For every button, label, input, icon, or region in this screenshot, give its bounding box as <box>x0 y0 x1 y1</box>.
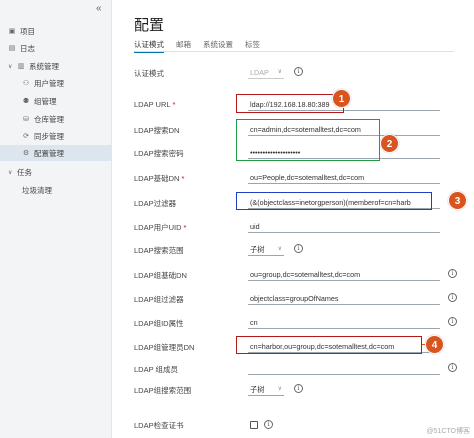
tabs-divider <box>134 51 454 52</box>
annotation-badge-3: 3 <box>448 191 467 210</box>
info-icon[interactable]: i <box>294 244 303 253</box>
ldap-group-member-row: LDAP 组成员 i <box>134 362 464 376</box>
auth-mode-label: 认证模式 <box>134 69 164 78</box>
info-icon[interactable]: i <box>448 269 457 278</box>
main-content: 配置 认证模式 邮箱 系统设置 标签 认证模式 LDAP ∨ i LDAP UR… <box>112 0 474 438</box>
annotation-badge-1: 1 <box>332 89 351 108</box>
ldap-group-member-input[interactable] <box>248 363 440 375</box>
watermark: @51CTO博客 <box>426 428 470 435</box>
ldap-url-label: LDAP URL * <box>134 100 176 109</box>
info-icon[interactable]: i <box>448 293 457 302</box>
ldap-group-base-dn-label: LDAP组基础DN <box>134 271 187 280</box>
sidebar-item-repositories[interactable]: ⛁ 仓库管理 <box>0 111 112 127</box>
sidebar-item-logs[interactable]: ▤ 日志 <box>0 40 112 56</box>
ldap-group-gid-row: LDAP组ID属性 cn i <box>134 316 464 330</box>
sync-icon: ⟳ <box>23 133 29 140</box>
chevron-down-icon: ∨ <box>277 386 282 392</box>
ldap-uid-input[interactable]: uid <box>248 221 440 233</box>
system-admin-icon: ▥ <box>17 63 25 70</box>
sidebar-item-projects[interactable]: ▣ 项目 <box>0 23 112 39</box>
ldap-group-scope-row: LDAP组搜索范围 子树 ∨ i <box>134 383 464 397</box>
annotation-box-2 <box>236 119 380 161</box>
ldap-uid-row: LDAP用户UID * uid <box>134 220 464 234</box>
ldap-base-dn-input[interactable]: ou=People,dc=sotemalltest,dc=com <box>248 172 440 184</box>
auth-mode-value: LDAP <box>250 68 269 77</box>
sidebar-item-label: 同步管理 <box>34 131 64 141</box>
log-icon: ▤ <box>8 45 16 52</box>
group-icon: ⚉ <box>22 98 30 105</box>
sidebar-item-system-admin[interactable]: ∨ ▥ 系统管理 <box>0 58 112 74</box>
repository-icon: ⛁ <box>23 116 29 123</box>
collapse-sidebar-icon[interactable]: « <box>96 3 102 14</box>
ldap-search-scope-select[interactable]: 子树 ∨ <box>248 244 284 256</box>
info-icon[interactable]: i <box>264 420 273 429</box>
ldap-group-admin-dn-label: LDAP组管理员DN <box>134 343 195 352</box>
annotation-box-4 <box>236 336 422 354</box>
auth-mode-row: 认证模式 LDAP ∨ i <box>134 66 464 80</box>
project-icon: ▣ <box>8 28 16 35</box>
ldap-search-password-label: LDAP搜索密码 <box>134 149 184 158</box>
sidebar-item-label: 组管理 <box>34 96 57 106</box>
ldap-base-dn-label: LDAP基础DN * <box>134 174 185 183</box>
ldap-group-scope-label: LDAP组搜索范围 <box>134 386 192 395</box>
ldap-filter-label: LDAP过滤器 <box>134 199 177 208</box>
ldap-search-dn-label: LDAP搜索DN <box>134 126 180 135</box>
ldap-uid-label: LDAP用户UID * <box>134 223 187 232</box>
sidebar-item-config[interactable]: ⚙ 配置管理 <box>0 145 112 161</box>
ldap-search-scope-value: 子树 <box>250 245 265 254</box>
info-icon[interactable]: i <box>448 317 457 326</box>
ldap-search-scope-row: LDAP搜索范围 子树 ∨ i <box>134 243 464 257</box>
ldap-verify-cert-label: LDAP检查证书 <box>134 421 184 430</box>
ldap-base-dn-row: LDAP基础DN * ou=People,dc=sotemalltest,dc=c… <box>134 171 464 185</box>
ldap-group-scope-select[interactable]: 子树 ∨ <box>248 384 284 396</box>
annotation-badge-2: 2 <box>380 134 399 153</box>
sidebar-item-tasks[interactable]: ∨ 任务 <box>0 164 112 180</box>
sidebar-item-groups[interactable]: ⚉ 组管理 <box>0 93 112 109</box>
sidebar-item-label: 日志 <box>20 43 35 53</box>
chevron-down-icon: ∨ <box>277 69 282 75</box>
sidebar: « ▣ 项目 ▤ 日志 ∨ ▥ 系统管理 ⚇ 用户管理 ⚉ 组管理 ⛁ 仓库管理… <box>0 0 112 438</box>
ldap-search-scope-label: LDAP搜索范围 <box>134 246 184 255</box>
ldap-verify-cert-row: LDAP检查证书 i <box>134 418 464 432</box>
ldap-group-gid-label: LDAP组ID属性 <box>134 319 184 328</box>
ldap-group-base-dn-row: LDAP组基础DN ou=group,dc=sotemalltest,dc=co… <box>134 268 464 282</box>
sidebar-item-label: 系统管理 <box>29 61 59 71</box>
ldap-group-member-label: LDAP 组成员 <box>134 365 179 374</box>
sidebar-item-label: 任务 <box>17 167 32 177</box>
ldap-group-gid-input[interactable]: cn <box>248 317 440 329</box>
annotation-box-3 <box>236 192 432 210</box>
sidebar-item-label: 仓库管理 <box>34 114 64 124</box>
ldap-verify-cert-checkbox[interactable] <box>250 421 258 429</box>
chevron-down-icon: ∨ <box>8 63 13 70</box>
sidebar-item-label: 用户管理 <box>34 78 64 88</box>
user-icon: ⚇ <box>22 80 30 87</box>
sidebar-item-users[interactable]: ⚇ 用户管理 <box>0 75 112 91</box>
sidebar-item-label: 项目 <box>20 26 35 36</box>
ldap-group-base-dn-input[interactable]: ou=group,dc=sotemalltest,dc=com <box>248 269 440 281</box>
sidebar-item-gc[interactable]: 垃圾清理 <box>0 182 112 198</box>
auth-mode-select[interactable]: LDAP ∨ <box>248 67 284 79</box>
info-icon[interactable]: i <box>294 67 303 76</box>
annotation-badge-4: 4 <box>425 335 444 354</box>
info-icon[interactable]: i <box>294 384 303 393</box>
sidebar-item-label: 配置管理 <box>34 148 64 158</box>
ldap-group-filter-label: LDAP组过滤器 <box>134 295 184 304</box>
chevron-down-icon: ∨ <box>277 246 282 252</box>
gear-icon: ⚙ <box>22 150 30 157</box>
sidebar-item-sync[interactable]: ⟳ 同步管理 <box>0 128 112 144</box>
ldap-group-filter-row: LDAP组过滤器 objectclass=groupOfNames i <box>134 292 464 306</box>
sidebar-item-label: 垃圾清理 <box>22 185 52 195</box>
chevron-down-icon: ∨ <box>8 169 13 176</box>
ldap-group-scope-value: 子树 <box>250 385 265 394</box>
annotation-box-1 <box>236 94 344 113</box>
page-title: 配置 <box>134 17 165 34</box>
ldap-group-filter-input[interactable]: objectclass=groupOfNames <box>248 293 440 305</box>
info-icon[interactable]: i <box>448 363 457 372</box>
